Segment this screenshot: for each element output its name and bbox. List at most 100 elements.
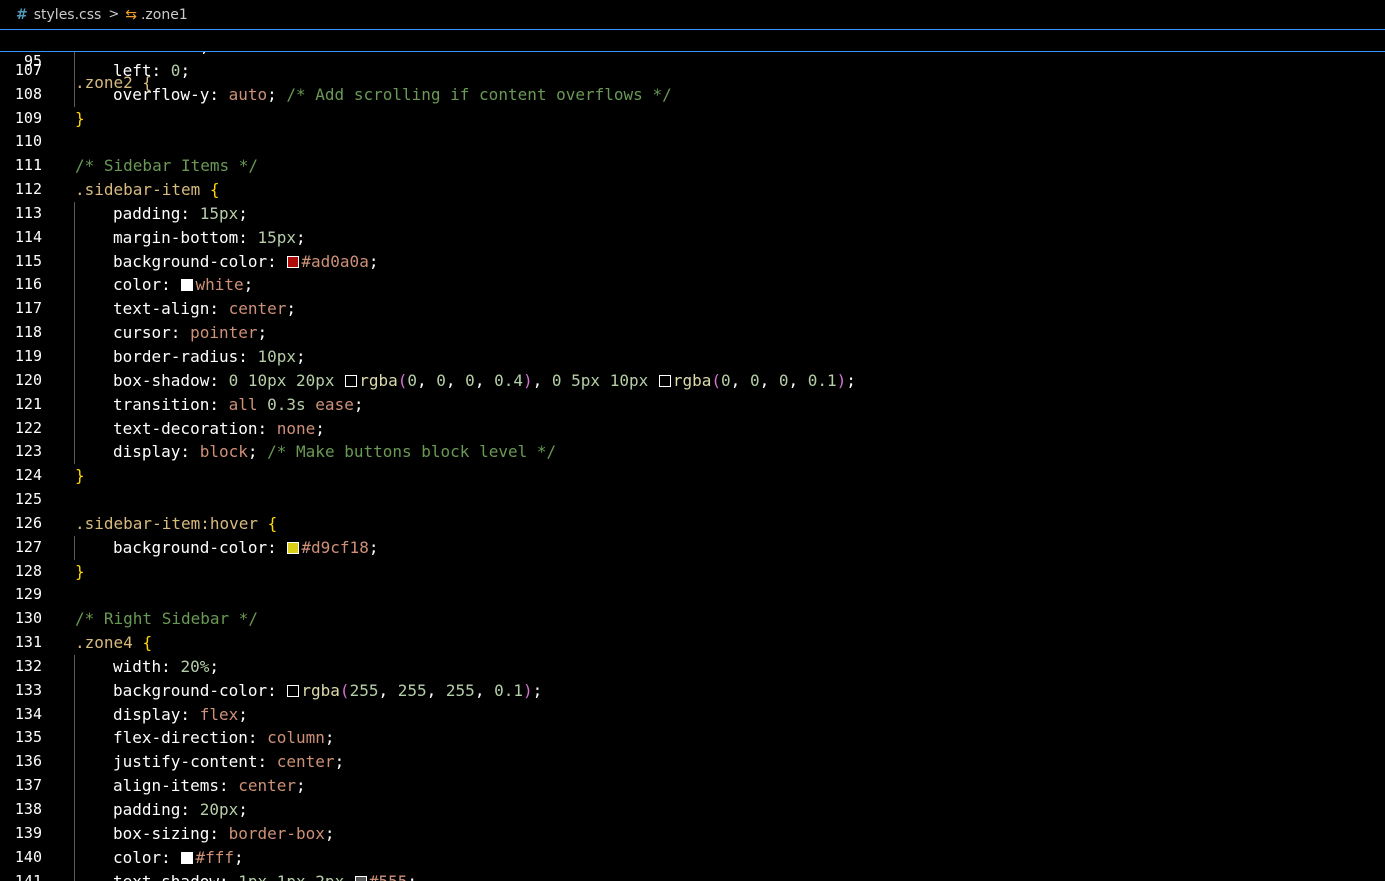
token: ; xyxy=(233,847,244,867)
code-line[interactable]: 120 box-shadow: 0 10px 20px rgba(0, 0, 0,… xyxy=(0,368,1385,393)
code-line[interactable]: 121 transition: all 0.3s ease; xyxy=(0,392,1385,417)
code-line[interactable]: 123 display: block; /* Make buttons block… xyxy=(0,440,1385,465)
css-selector-icon: ⇆ xyxy=(125,6,137,23)
indent-guide xyxy=(74,702,75,727)
color-swatch-icon[interactable] xyxy=(354,875,367,881)
code-line[interactable]: 133 background-color: rgba(255, 255, 255,… xyxy=(0,678,1385,703)
breadcrumb-symbol[interactable]: .zone1 xyxy=(141,7,188,23)
token: ; xyxy=(267,84,287,104)
token: /* Add scrolling if content overflows */ xyxy=(286,84,672,104)
token: box-shadow: xyxy=(113,370,229,390)
line-text: border-radius: 10px; xyxy=(113,345,306,369)
code-line[interactable]: 135 flex-direction: column; xyxy=(0,726,1385,751)
token: #fff xyxy=(195,847,234,867)
indent-guide xyxy=(74,273,75,298)
breadcrumb-file[interactable]: styles.css xyxy=(34,7,102,23)
color-swatch-icon[interactable] xyxy=(287,255,300,268)
indent-guide xyxy=(74,201,75,226)
code-line[interactable]: 128} xyxy=(0,560,1385,584)
sticky-scroll-header[interactable]: 95 .zone2 { xyxy=(0,29,1385,92)
code-line[interactable]: 116 color: white; xyxy=(0,273,1385,298)
code-line[interactable]: 127 background-color: #d9cf18; xyxy=(0,535,1385,560)
line-number: 131 xyxy=(14,633,42,652)
code-editor[interactable]: 106bottom: 0;107left: 0;108overflow-y: a… xyxy=(0,52,1385,881)
token: ; xyxy=(407,872,417,881)
code-line[interactable]: 132 width: 20%; xyxy=(0,654,1385,679)
line-text: } xyxy=(75,464,85,488)
token: pointer xyxy=(190,323,258,343)
token: ; xyxy=(238,704,248,724)
token: color: xyxy=(113,847,181,867)
token: /* Sidebar Items */ xyxy=(75,156,259,176)
code-line[interactable]: 130 /* Right Sidebar */ xyxy=(0,607,1385,631)
token: 0 xyxy=(721,370,731,390)
code-line[interactable]: 108 overflow-y: auto; /* Add scrolling if… xyxy=(0,82,1385,107)
token: ( xyxy=(339,680,350,700)
code-line[interactable]: 117 text-align: center; xyxy=(0,297,1385,322)
token: { xyxy=(209,180,220,200)
code-line[interactable]: 115 background-color: #ad0a0a; xyxy=(0,249,1385,274)
token: 0.1 xyxy=(807,370,837,390)
code-line[interactable]: 124} xyxy=(0,464,1385,488)
color-swatch-icon[interactable] xyxy=(658,374,671,387)
line-text: text-decoration: none; xyxy=(113,417,325,441)
color-swatch-icon[interactable] xyxy=(287,684,300,697)
token: transition: xyxy=(113,394,229,414)
token: ; xyxy=(353,394,364,414)
code-line[interactable]: 107 left: 0; xyxy=(0,58,1385,83)
token: ; xyxy=(238,203,248,223)
token: ) xyxy=(836,370,847,390)
code-line[interactable]: 131 .zone4 { xyxy=(0,631,1385,655)
code-line[interactable]: 118 cursor: pointer; xyxy=(0,321,1385,345)
line-text: background-color: #ad0a0a; xyxy=(113,250,378,274)
token: #ad0a0a xyxy=(301,251,369,271)
line-number: 124 xyxy=(14,466,42,485)
code-line[interactable]: 122 text-decoration: none; xyxy=(0,416,1385,441)
code-line[interactable]: 137 align-items: center; xyxy=(0,774,1385,798)
token: .sidebar-item:hover xyxy=(75,513,268,533)
code-line[interactable]: 112 .sidebar-item { xyxy=(0,178,1385,202)
indent-guide xyxy=(74,750,75,775)
indent-guide xyxy=(74,845,75,870)
code-line[interactable]: 136 justify-content: center; xyxy=(0,750,1385,775)
line-number: 122 xyxy=(14,418,42,437)
indent-guide xyxy=(74,368,75,393)
code-line[interactable]: 106bottom: 0; xyxy=(0,52,1385,59)
sticky-line-text: .zone2 { xyxy=(75,73,153,92)
code-line[interactable]: 119 border-radius: 10px; xyxy=(0,344,1385,369)
line-number: 121 xyxy=(14,394,42,413)
code-line[interactable]: 126 .sidebar-item:hover { xyxy=(0,512,1385,536)
code-line[interactable]: 110 xyxy=(0,130,1385,154)
code-line[interactable]: 114 margin-bottom: 15px; xyxy=(0,225,1385,250)
indent-guide xyxy=(74,654,75,679)
code-line[interactable]: 141 text-shadow: 1px 1px 2px #555; xyxy=(0,869,1385,881)
code-line[interactable]: 109} xyxy=(0,107,1385,131)
code-line[interactable]: 134 display: flex; xyxy=(0,702,1385,727)
token: ( xyxy=(397,370,408,390)
code-line[interactable]: 138 padding: 20px; xyxy=(0,798,1385,822)
token: flex-direction: xyxy=(113,728,268,748)
sticky-line[interactable]: 95 .zone2 { xyxy=(0,30,1385,92)
token: center xyxy=(238,776,297,796)
code-line[interactable]: 129 xyxy=(0,583,1385,607)
code-line[interactable]: 139 box-sizing: border-box; xyxy=(0,821,1385,846)
code-line[interactable]: 111 /* Sidebar Items */ xyxy=(0,154,1385,178)
token: , xyxy=(474,680,495,700)
line-text: box-sizing: border-box; xyxy=(113,822,335,846)
color-swatch-icon[interactable] xyxy=(181,279,194,292)
color-swatch-icon[interactable] xyxy=(345,374,358,387)
token: ; xyxy=(296,346,306,366)
color-swatch-icon[interactable] xyxy=(287,541,300,554)
indent-guide xyxy=(74,535,75,560)
color-swatch-icon[interactable] xyxy=(181,851,194,864)
code-line[interactable]: 125 xyxy=(0,488,1385,512)
token: ; xyxy=(296,227,306,247)
line-text: color: white; xyxy=(113,273,253,297)
breadcrumb: # styles.css > ⇆ .zone1 xyxy=(0,0,1385,29)
token: #555 xyxy=(369,872,408,881)
indent-guide xyxy=(74,440,75,465)
code-line[interactable]: 113 padding: 15px; xyxy=(0,201,1385,226)
token: ; xyxy=(238,800,248,819)
token: ; xyxy=(368,537,379,557)
code-line[interactable]: 140 color: #fff; xyxy=(0,845,1385,870)
